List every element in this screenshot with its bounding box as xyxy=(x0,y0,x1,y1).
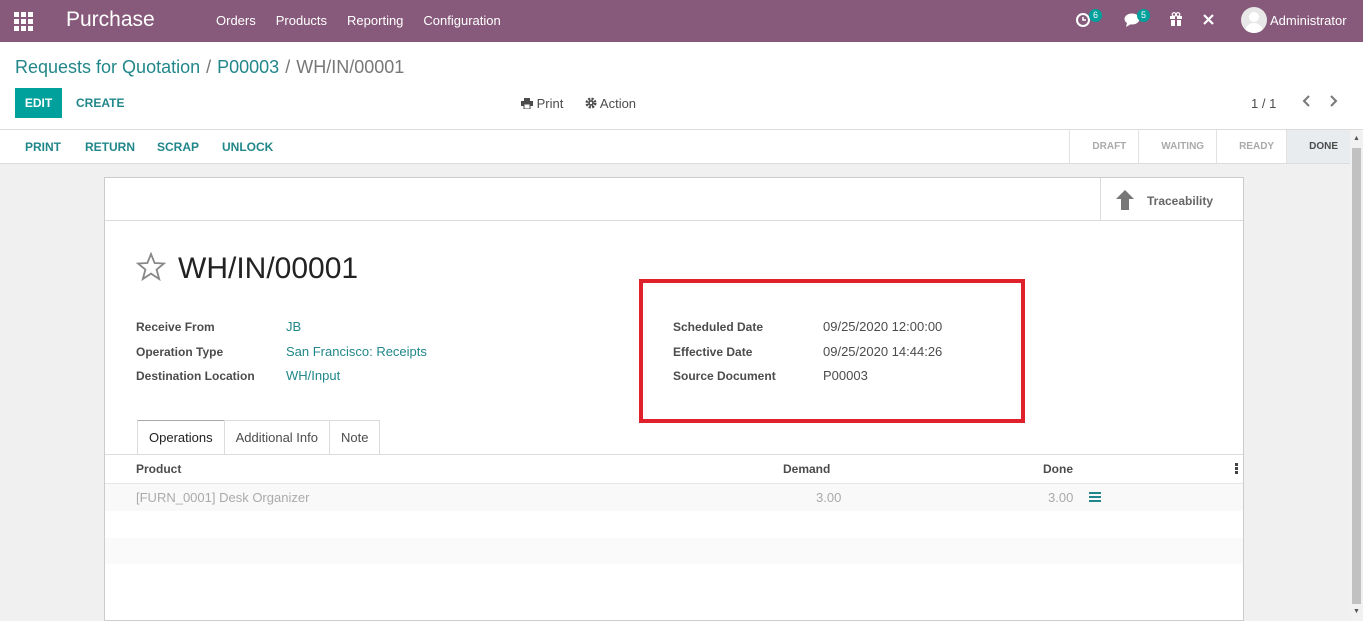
vertical-scrollbar[interactable]: ▲ ▼ xyxy=(1350,130,1363,621)
messages-badge: 5 xyxy=(1137,9,1151,22)
gear-icon xyxy=(585,97,597,109)
stage-ready: READY xyxy=(1216,130,1286,163)
column-demand[interactable]: Demand xyxy=(783,462,830,476)
user-avatar[interactable] xyxy=(1241,7,1267,33)
edit-button[interactable]: EDIT xyxy=(15,88,62,118)
destination-location-value[interactable]: WH/Input xyxy=(286,368,340,383)
breadcrumb-rfq[interactable]: Requests for Quotation xyxy=(15,57,200,77)
detailed-operations-icon[interactable] xyxy=(1089,492,1101,502)
tab-note[interactable]: Note xyxy=(329,420,381,454)
tab-additional-info[interactable]: Additional Info xyxy=(223,420,330,454)
activity-badge: 6 xyxy=(1089,9,1103,22)
print-button[interactable]: PRINT xyxy=(25,140,61,154)
create-button[interactable]: CREATE xyxy=(76,96,124,110)
favorite-star-icon[interactable] xyxy=(136,252,166,282)
menu-reporting[interactable]: Reporting xyxy=(347,13,403,28)
row-done: 3.00 xyxy=(1048,490,1074,505)
apps-menu-icon[interactable] xyxy=(14,12,33,31)
scroll-up-icon[interactable]: ▲ xyxy=(1353,135,1360,142)
notebook-tabs: Operations Additional Info Note xyxy=(137,420,381,454)
breadcrumb-current: WH/IN/00001 xyxy=(296,57,405,77)
gift-icon[interactable] xyxy=(1169,12,1183,26)
scroll-thumb[interactable] xyxy=(1352,148,1361,604)
row-demand: 3.00 xyxy=(816,490,842,505)
receive-from-label: Receive From xyxy=(136,320,215,334)
pager-previous-icon[interactable] xyxy=(1301,94,1311,108)
highlight-box xyxy=(639,279,1025,423)
smart-button-box: Traceability xyxy=(105,178,1243,221)
pager-value[interactable]: 1 / 1 xyxy=(1251,96,1276,111)
menu-products[interactable]: Products xyxy=(276,13,327,28)
column-product[interactable]: Product xyxy=(136,462,181,476)
column-done[interactable]: Done xyxy=(1043,462,1073,476)
row-product: [FURN_0001] Desk Organizer xyxy=(136,490,310,505)
top-navbar: Purchase Orders Products Reporting Confi… xyxy=(0,0,1363,42)
traceability-label: Traceability xyxy=(1147,194,1214,208)
stage-waiting: WAITING xyxy=(1138,130,1216,163)
print-dropdown[interactable]: Print xyxy=(521,96,563,111)
operation-type-value[interactable]: San Francisco: Receipts xyxy=(286,344,427,359)
form-sheet: Traceability WH/IN/00001 Receive From JB… xyxy=(104,177,1244,621)
scrap-button[interactable]: SCRAP xyxy=(157,140,199,154)
app-name: Purchase xyxy=(66,8,155,31)
receive-from-value[interactable]: JB xyxy=(286,319,301,334)
tab-operations[interactable]: Operations xyxy=(137,420,225,454)
activity-clock-icon[interactable] xyxy=(1076,12,1090,27)
printer-icon xyxy=(521,98,533,110)
user-name[interactable]: Administrator xyxy=(1270,13,1347,28)
menu-orders[interactable]: Orders xyxy=(216,13,256,28)
breadcrumb-po[interactable]: P00003 xyxy=(217,57,279,77)
traceability-button[interactable]: Traceability xyxy=(1100,178,1243,220)
operation-type-label: Operation Type xyxy=(136,345,224,359)
arrow-up-icon xyxy=(1116,190,1134,210)
stage-draft: DRAFT xyxy=(1069,130,1138,163)
breadcrumb: Requests for Quotation / P00003/WH/IN/0000… xyxy=(15,57,404,78)
empty-row xyxy=(105,538,1243,564)
optional-columns-icon[interactable] xyxy=(1235,463,1238,475)
breadcrumb-separator: / xyxy=(285,57,291,77)
main-menu: Orders Products Reporting Configuration xyxy=(216,13,521,28)
stage-indicator: DRAFT WAITING READY DONE xyxy=(1069,130,1350,163)
stage-done: DONE xyxy=(1286,130,1350,163)
destination-location-label: Destination Location xyxy=(136,369,255,383)
action-dropdown[interactable]: Action xyxy=(585,96,636,111)
control-panel: Requests for Quotation / P00003/WH/IN/0000… xyxy=(0,42,1363,130)
action-label: Action xyxy=(599,96,637,111)
debug-tools-icon[interactable] xyxy=(1202,13,1215,26)
print-label: Print xyxy=(536,96,564,111)
return-button[interactable]: RETURN xyxy=(85,140,135,154)
pager-next-icon[interactable] xyxy=(1329,94,1339,108)
tab-divider xyxy=(105,454,1243,455)
record-title: WH/IN/00001 xyxy=(178,252,359,285)
breadcrumb-separator: / xyxy=(206,57,212,77)
unlock-button[interactable]: UNLOCK xyxy=(222,140,273,154)
menu-configuration[interactable]: Configuration xyxy=(423,13,500,28)
scroll-down-icon[interactable]: ▼ xyxy=(1353,608,1360,615)
status-bar: PRINT RETURN SCRAP UNLOCK DRAFT WAITING … xyxy=(0,130,1350,164)
